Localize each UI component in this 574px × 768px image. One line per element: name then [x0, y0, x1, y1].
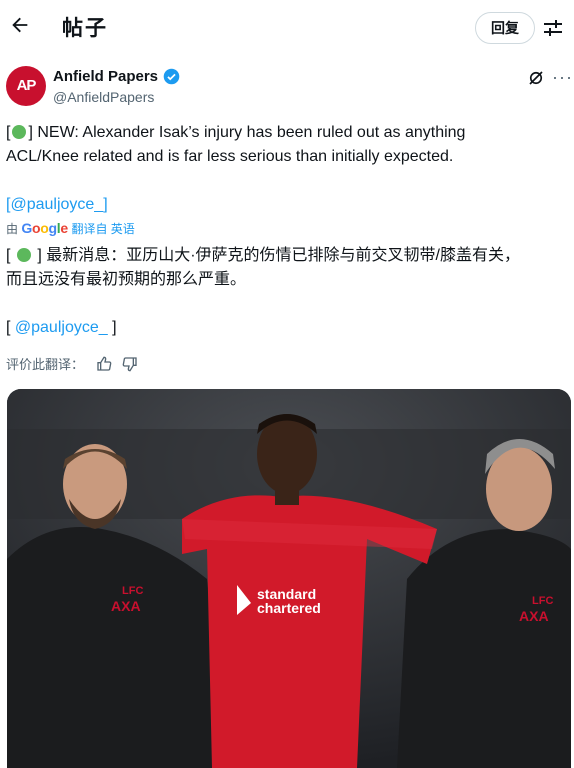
reply-button[interactable]: 回复: [475, 12, 535, 44]
crest-text: LFC: [122, 585, 143, 597]
mention-link[interactable]: @pauljoyce_: [15, 319, 108, 336]
top-bar: 帖子 回复: [0, 0, 574, 56]
text-line: ACL/Knee related and is far less serious…: [6, 148, 454, 165]
translated-text: [ ] 最新消息：亚历山大·伊萨克的伤情已排除与前交叉韧带/膝盖有关， 而且远没…: [6, 244, 566, 340]
thumbs-up-icon[interactable]: [96, 356, 112, 372]
thumbs-down-icon[interactable]: [122, 356, 138, 372]
green-circle-emoji: [16, 248, 31, 262]
translated-from-link[interactable]: 翻译自 英语: [71, 222, 134, 236]
author-name[interactable]: Anfield Papers: [53, 68, 158, 85]
grok-icon[interactable]: [527, 69, 545, 87]
text-fragment: [: [6, 319, 15, 336]
translation-attribution: 由 Google 翻译自 英语: [6, 220, 135, 237]
by-label: 由: [6, 222, 19, 236]
text-fragment: ]: [107, 319, 117, 336]
text-fragment: [: [6, 124, 11, 141]
tweet-author: AP Anfield Papers @AnfieldPapers ···: [0, 60, 574, 110]
avatar[interactable]: AP: [6, 66, 46, 106]
more-options-icon[interactable]: ···: [552, 67, 573, 88]
sliders-icon[interactable]: [541, 16, 567, 42]
text-fragment: [: [6, 247, 15, 264]
page-title: 帖子: [62, 17, 108, 40]
green-circle-emoji: [12, 125, 27, 139]
google-logo: Google: [21, 220, 68, 236]
text-fragment: ] 最新消息：亚历山大·伊萨克的伤情已排除与前交叉韧带/膝盖有关，: [32, 247, 521, 264]
mention-link[interactable]: [@pauljoyce_]: [6, 193, 566, 217]
crest-text: LFC: [532, 595, 553, 607]
text-line: 而且远没有最初预期的那么严重。: [6, 271, 247, 288]
rate-translation-label: 评价此翻译：: [6, 357, 85, 372]
text-fragment: ] NEW: Alexander Isak’s injury has been …: [28, 124, 466, 141]
shirt-sponsor-line2: chartered: [257, 600, 321, 616]
jacket-sponsor-text: AXA: [111, 598, 141, 614]
author-handle[interactable]: @AnfieldPapers: [53, 89, 154, 105]
verified-badge-icon: [163, 68, 180, 85]
back-arrow-icon[interactable]: [6, 14, 34, 42]
tweet-photo[interactable]: LFC AXA LFC AXA standard chartered: [7, 389, 571, 768]
tweet-text: [ ] NEW: Alexander Isak’s injury has been…: [6, 121, 566, 217]
jacket-sponsor-text: AXA: [519, 608, 549, 624]
